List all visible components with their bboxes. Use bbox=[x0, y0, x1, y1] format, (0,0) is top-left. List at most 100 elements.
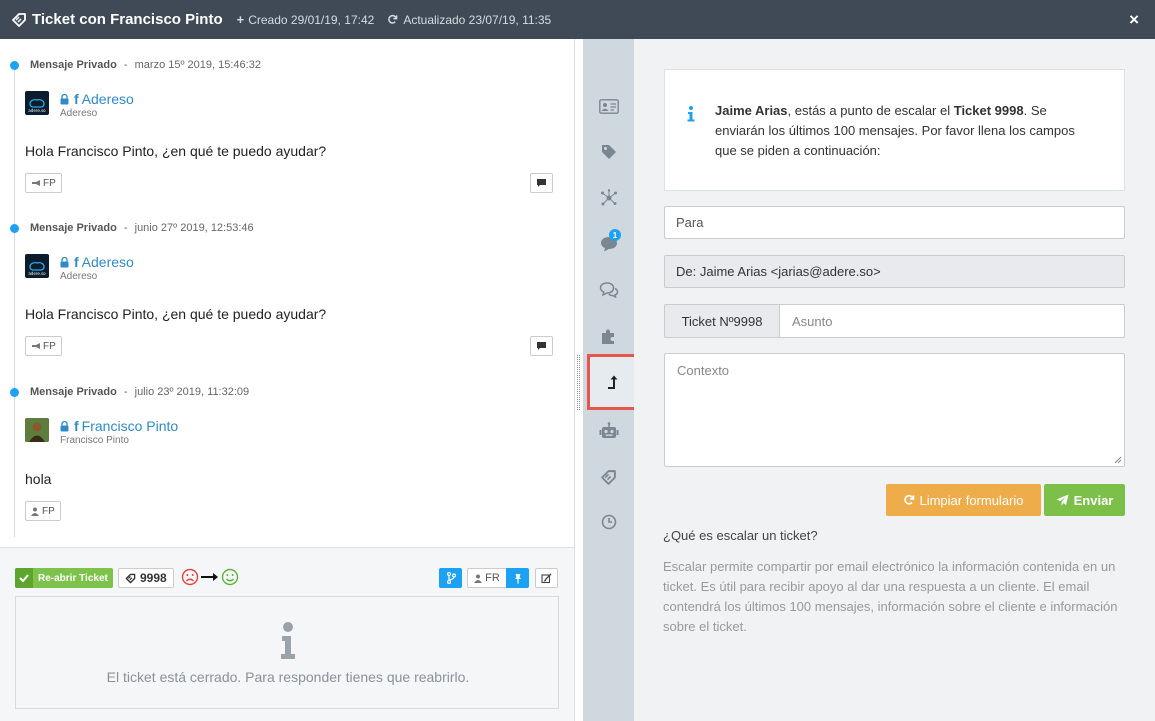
message-date: marzo 15º 2019, 15:46:32 bbox=[134, 59, 261, 71]
reopen-ticket-button[interactable]: Re-abrir Ticket bbox=[15, 568, 113, 588]
closed-ticket-notice: El ticket está cerrado. Para responder t… bbox=[15, 596, 559, 709]
comments-icon bbox=[599, 282, 618, 298]
contact-card-tab[interactable] bbox=[583, 91, 634, 121]
resize-handle[interactable] bbox=[577, 355, 580, 410]
satisfaction-indicator[interactable] bbox=[181, 568, 239, 586]
user-icon bbox=[474, 574, 483, 583]
message-header: Mensaje Privado - junio 27º 2019, 12:53:… bbox=[30, 222, 254, 234]
avatar bbox=[25, 418, 49, 442]
check-icon bbox=[15, 568, 33, 588]
assignee-button[interactable]: FR bbox=[467, 568, 507, 588]
context-textarea[interactable]: Contexto bbox=[664, 353, 1125, 467]
sender-initials: FP bbox=[43, 177, 56, 189]
messages-tab[interactable]: 1 bbox=[583, 229, 634, 259]
info-mid: , estás a punto de escalar el bbox=[787, 103, 954, 118]
reply-area: Re-abrir Ticket 9998 FR El ticket está c… bbox=[0, 547, 574, 721]
ticket-addon: Ticket Nº9998 bbox=[664, 304, 780, 338]
adereso-logo-icon: adere.so bbox=[28, 262, 46, 276]
ticket-number-badge[interactable]: 9998 bbox=[118, 568, 174, 588]
message-body: hola bbox=[25, 471, 52, 487]
message-header: Mensaje Privado - julio 23º 2019, 11:32:… bbox=[30, 386, 249, 398]
level-up-icon bbox=[607, 375, 617, 389]
timeline-line bbox=[14, 67, 15, 537]
sender-chip[interactable]: FP bbox=[25, 336, 62, 356]
tags-tab[interactable] bbox=[583, 137, 634, 167]
clear-form-label: Limpiar formulario bbox=[919, 492, 1024, 508]
message-author[interactable]: f Adereso bbox=[60, 254, 134, 270]
resize-grip-icon[interactable] bbox=[1114, 456, 1122, 464]
svg-text:adere.so: adere.so bbox=[28, 108, 46, 113]
notification-badge: 1 bbox=[609, 229, 621, 241]
from-field: De: Jaime Arias <jarias@adere.so> bbox=[664, 255, 1125, 288]
closed-ticket-text: El ticket está cerrado. Para responder t… bbox=[106, 669, 470, 685]
message-author[interactable]: f Francisco Pinto bbox=[60, 418, 178, 434]
author-handle: Francisco Pinto bbox=[60, 435, 129, 446]
ticket-icon bbox=[125, 573, 136, 583]
clear-form-button[interactable]: Limpiar formulario bbox=[886, 484, 1041, 516]
facebook-icon: f bbox=[74, 418, 79, 434]
branch-icon bbox=[446, 572, 456, 584]
conversations-tab[interactable] bbox=[583, 275, 634, 305]
agent-name: Jaime Arias bbox=[715, 103, 788, 118]
escalate-tab[interactable] bbox=[587, 354, 638, 410]
user-icon bbox=[31, 507, 39, 516]
branch-button[interactable] bbox=[439, 568, 462, 588]
network-tab[interactable] bbox=[583, 183, 634, 213]
integrations-tab[interactable] bbox=[583, 321, 634, 351]
message-date: julio 23º 2019, 11:32:09 bbox=[134, 386, 250, 398]
message-author[interactable]: f Adereso bbox=[60, 91, 134, 107]
timeline-dot bbox=[10, 388, 19, 397]
subject-field[interactable]: Asunto bbox=[780, 304, 1125, 338]
user-photo-icon bbox=[25, 418, 49, 442]
edit-icon bbox=[541, 573, 552, 583]
ticket-icon bbox=[12, 12, 26, 27]
sender-initials: FP bbox=[42, 505, 55, 517]
message-body: Hola Francisco Pinto, ¿en qué te puedo a… bbox=[25, 143, 327, 159]
escalate-info-box: Jaime Arias, estás a punto de escalar el… bbox=[664, 69, 1125, 191]
ticket-icon bbox=[601, 469, 616, 485]
paper-plane-icon bbox=[1056, 494, 1069, 506]
message-body: Hola Francisco Pinto, ¿en qué te puedo a… bbox=[25, 306, 327, 322]
refresh-icon bbox=[904, 494, 915, 505]
reply-chat-button[interactable] bbox=[530, 336, 553, 356]
info-icon bbox=[687, 106, 695, 122]
conversation-panel: Mensaje Privado - marzo 15º 2019, 15:46:… bbox=[0, 39, 575, 721]
edit-button[interactable] bbox=[535, 568, 558, 588]
close-icon[interactable]: × bbox=[1129, 11, 1139, 28]
sender-initials: FP bbox=[43, 340, 56, 352]
refresh-icon bbox=[388, 14, 398, 24]
plus-icon: + bbox=[236, 12, 245, 27]
timeline-dot bbox=[10, 224, 19, 233]
ticket-title: Ticket con Francisco Pinto bbox=[32, 11, 223, 28]
to-placeholder: Para bbox=[676, 215, 704, 230]
ticket-number: 9998 bbox=[140, 571, 167, 585]
message-separator: - bbox=[123, 59, 128, 71]
escalate-question: ¿Qué es escalar un ticket? bbox=[663, 528, 818, 543]
history-tab[interactable] bbox=[583, 507, 634, 537]
sender-chip[interactable]: FP bbox=[25, 173, 62, 193]
escalate-info-text: Jaime Arias, estás a punto de escalar el… bbox=[715, 101, 1100, 161]
reopen-label: Re-abrir Ticket bbox=[38, 572, 108, 584]
author-handle: Adereso bbox=[60, 108, 98, 119]
side-iconbar: 1 bbox=[583, 39, 638, 721]
info-icon bbox=[281, 622, 295, 659]
escalate-panel: Jaime Arias, estás a punto de escalar el… bbox=[634, 39, 1155, 721]
sender-chip[interactable]: FP bbox=[25, 501, 61, 521]
facebook-icon: f bbox=[74, 91, 79, 107]
megaphone-icon bbox=[32, 180, 40, 186]
clock-icon bbox=[601, 514, 616, 530]
to-field[interactable]: Para bbox=[664, 206, 1125, 239]
timeline-dot bbox=[10, 61, 19, 70]
reply-chat-button[interactable] bbox=[530, 173, 553, 193]
bot-tab[interactable] bbox=[583, 416, 634, 446]
svg-text:adere.so: adere.so bbox=[28, 271, 46, 276]
pin-button[interactable] bbox=[506, 568, 529, 588]
send-button[interactable]: Enviar bbox=[1044, 484, 1125, 516]
arrow-right-icon bbox=[201, 573, 218, 581]
facebook-icon: f bbox=[74, 254, 79, 270]
subject-field-group: Ticket Nº9998 Asunto bbox=[664, 304, 1125, 338]
author-name: Francisco Pinto bbox=[81, 418, 179, 434]
megaphone-icon bbox=[32, 343, 40, 349]
pin-icon bbox=[514, 573, 521, 583]
tickets-tab[interactable] bbox=[583, 462, 634, 492]
